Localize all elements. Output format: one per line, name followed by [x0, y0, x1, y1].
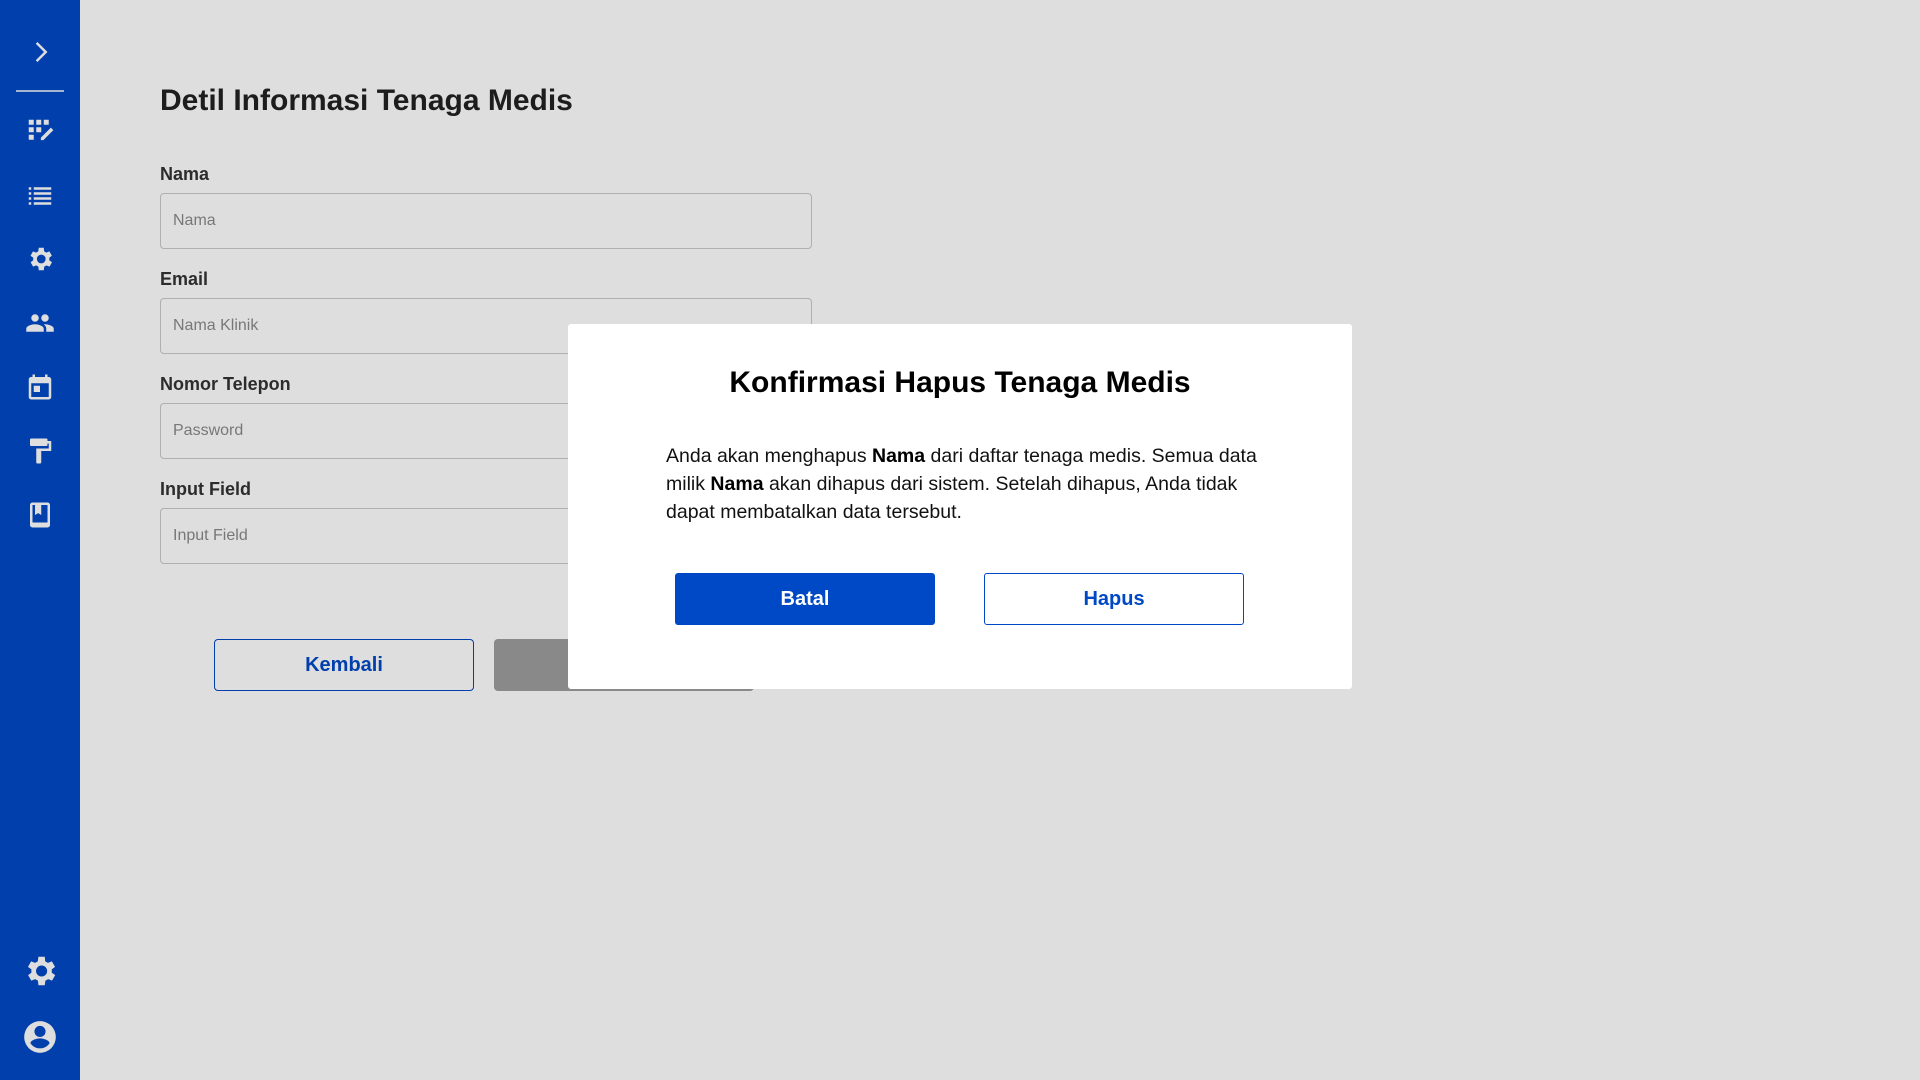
message-name-bold: Nama — [872, 445, 926, 467]
delete-button[interactable]: Hapus — [984, 573, 1244, 625]
delete-confirmation-modal: Konfirmasi Hapus Tenaga Medis Anda akan … — [568, 324, 1352, 689]
message-name-bold: Nama — [710, 473, 764, 495]
cancel-button[interactable]: Batal — [675, 573, 935, 625]
message-text: Anda akan menghapus — [666, 445, 872, 467]
modal-message: Anda akan menghapus Nama dari daftar ten… — [666, 442, 1266, 526]
modal-title: Konfirmasi Hapus Tenaga Medis — [729, 366, 1191, 399]
